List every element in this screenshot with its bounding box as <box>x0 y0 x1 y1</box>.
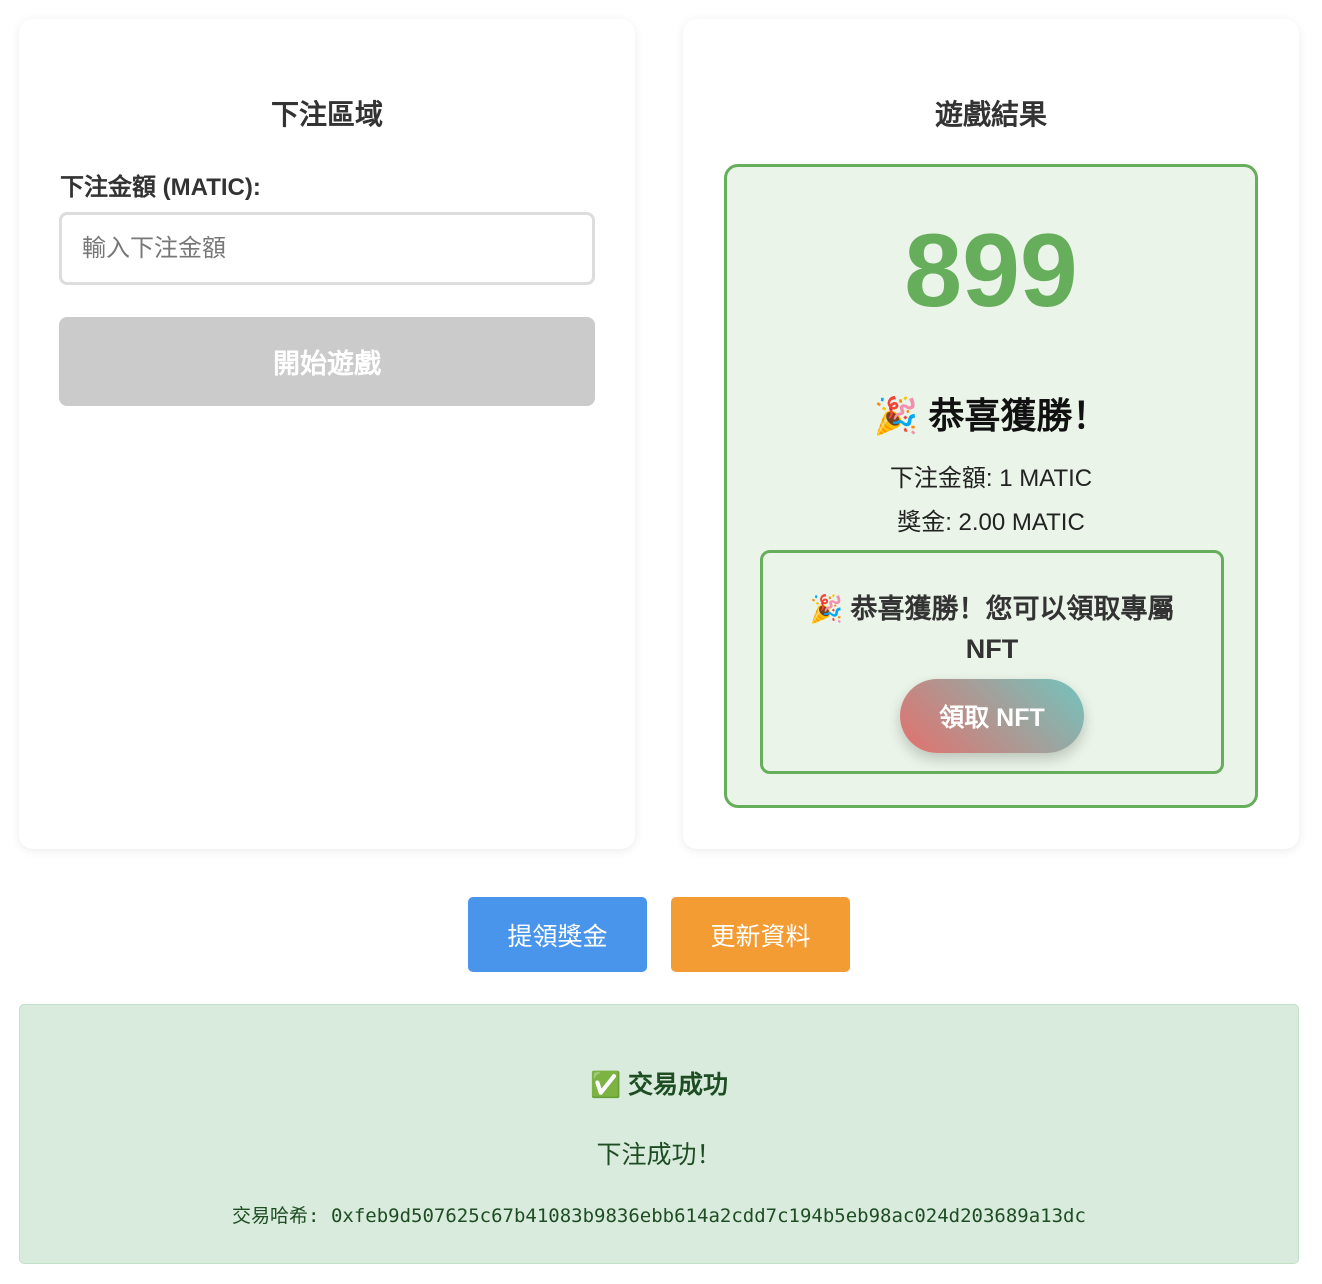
win-text: 🎉 恭喜獲勝！ <box>873 395 1109 436</box>
bet-panel: 下注區域 下注金額 (MATIC): 開始遊戲 <box>19 19 635 849</box>
status-title: ✅ 交易成功 <box>589 1071 729 1099</box>
bet-panel-title: 下注區域 <box>270 99 383 130</box>
result-panel: 遊戲結果 899 🎉 恭喜獲勝！ 下注金額: 1 MATIC 獎金: 2.00 … <box>683 19 1299 849</box>
result-number: 899 <box>904 213 1078 329</box>
claim-nft-button[interactable]: 領取 NFT <box>900 679 1084 753</box>
nft-message: 🎉 恭喜獲勝！您可以領取專屬 NFT <box>809 594 1175 664</box>
start-game-button[interactable]: 開始遊戲 <box>59 317 595 406</box>
prize-text: 獎金: 2.00 MATIC <box>897 509 1085 536</box>
transaction-hash: 0xfeb9d507625c67b41083b9836ebb614a2cdd7c… <box>330 1205 1086 1227</box>
result-panel-title: 遊戲結果 <box>934 99 1047 130</box>
bet-amount-label: 下注金額 (MATIC): <box>60 174 261 201</box>
bet-amount-text: 下注金額: 1 MATIC <box>889 465 1093 492</box>
result-box: 899 🎉 恭喜獲勝！ 下注金額: 1 MATIC 獎金: 2.00 MATIC… <box>724 164 1258 808</box>
hash-label: 交易哈希: <box>232 1205 320 1227</box>
bet-amount-input[interactable] <box>59 212 595 285</box>
status-message: 下注成功！ <box>596 1141 722 1169</box>
transaction-status: ✅ 交易成功 下注成功！ 交易哈希: 0xfeb9d507625c67b4108… <box>19 1004 1299 1264</box>
refresh-data-button[interactable]: 更新資料 <box>671 897 850 972</box>
withdraw-prize-button[interactable]: 提領獎金 <box>468 897 647 972</box>
nft-claim-box: 🎉 恭喜獲勝！您可以領取專屬 NFT 領取 NFT <box>760 550 1224 774</box>
